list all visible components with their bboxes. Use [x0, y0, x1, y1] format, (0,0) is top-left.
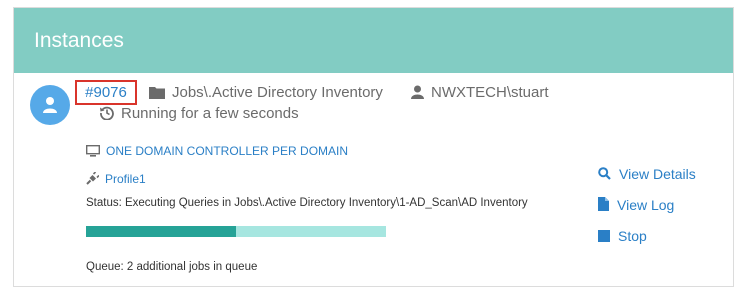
host-policy-link[interactable]: ONE DOMAIN CONTROLLER PER DOMAIN	[85, 144, 349, 158]
running-duration: Running for a few seconds	[100, 105, 299, 122]
view-details-button[interactable]: View Details	[598, 166, 696, 182]
search-icon	[598, 167, 611, 180]
panel-title: Instances	[14, 8, 733, 73]
stop-label: Stop	[618, 228, 647, 244]
instance-card: #9076 Jobs\.Active Directory Inventory N…	[14, 73, 733, 286]
progress-bar	[86, 226, 386, 237]
queue-text: Queue: 2 additional jobs in queue	[86, 261, 258, 273]
document-icon	[598, 197, 609, 211]
view-log-label: View Log	[617, 197, 675, 213]
plug-icon	[86, 171, 100, 185]
instances-panel: Instances #9076 Jobs\.Active Directory I…	[13, 7, 734, 287]
progress-fill	[86, 226, 236, 237]
status-text: Status: Executing Queries in Jobs\.Activ…	[86, 197, 528, 209]
run-user-text: NWXTECH\stuart	[431, 84, 549, 101]
folder-icon	[149, 87, 165, 99]
stop-icon	[598, 230, 610, 242]
user-icon	[43, 97, 57, 113]
run-user: NWXTECH\stuart	[411, 84, 549, 101]
avatar	[30, 85, 70, 125]
history-icon	[100, 106, 114, 121]
stop-button[interactable]: Stop	[598, 228, 647, 244]
profile-link[interactable]: Profile1	[86, 171, 146, 186]
view-details-label: View Details	[619, 166, 696, 182]
instance-id-link[interactable]: #9076	[75, 80, 137, 105]
running-duration-text: Running for a few seconds	[121, 105, 299, 122]
job-path-text: Jobs\.Active Directory Inventory	[172, 84, 383, 101]
user-icon	[411, 85, 424, 99]
host-policy-text: ONE DOMAIN CONTROLLER PER DOMAIN	[106, 144, 349, 158]
profile-text: Profile1	[105, 172, 146, 186]
monitor-icon	[85, 144, 101, 157]
job-path: Jobs\.Active Directory Inventory	[149, 84, 383, 101]
view-log-button[interactable]: View Log	[598, 197, 674, 213]
